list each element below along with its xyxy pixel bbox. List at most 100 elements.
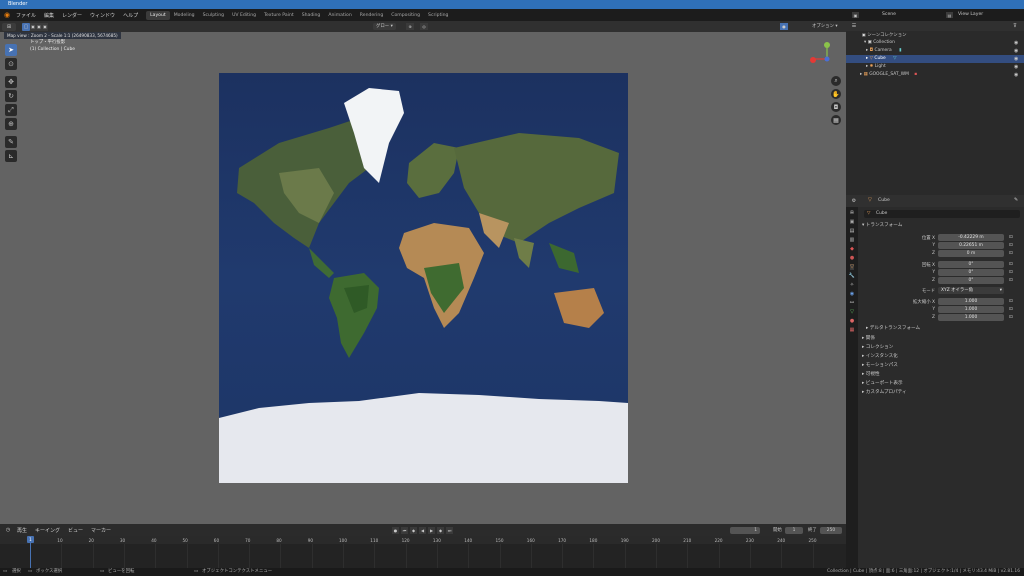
section-visibility[interactable]: ▸ 可視性 [862,371,880,377]
physics-tab-icon[interactable]: ◉ [850,291,854,297]
rotation-y-field[interactable]: 0° [938,269,1004,276]
delta-transform-subpanel[interactable]: ▸ デルタトランスフォーム [866,325,920,331]
timeline-area[interactable]: 10 20 30 40 50 60 70 80 90 100 110 120 130 140 150 160 1… [0,536,846,568]
measure-tool-icon[interactable]: ⊾ [5,150,17,162]
render-tab-icon[interactable]: ▣ [850,219,855,225]
end-frame-field[interactable]: 250 [820,527,842,534]
rotate-tool-icon[interactable]: ↻ [5,90,17,102]
scene-tab-icon[interactable]: ◆ [850,246,854,252]
menu-help[interactable]: ヘルプ [119,12,142,19]
timeline-editor-icon[interactable]: ◷ [3,527,13,533]
location-x-field[interactable]: -0.42229 m [938,234,1004,241]
perspective-toggle-icon[interactable]: ▦ [831,115,841,125]
select-invert-icon[interactable]: ▣ [42,22,48,31]
scale-y-field[interactable]: 1.000 [938,306,1004,313]
select-tool-icon[interactable]: ➤ [5,44,17,56]
object-name-field[interactable]: ▽ Cube [864,210,1020,218]
lock-icon[interactable]: ⊡ [1009,307,1013,312]
current-frame-field[interactable]: 1 [730,527,760,534]
tab-uv-editing[interactable]: UV Editing [228,11,260,20]
record-icon[interactable]: ● [392,527,399,534]
satellite-map-plane[interactable] [219,73,628,483]
tab-texture-paint[interactable]: Texture Paint [260,11,298,20]
lock-icon[interactable]: ⊡ [1009,270,1013,275]
menu-edit[interactable]: 編集 [40,12,58,19]
options-dropdown[interactable]: オプション ▾ [812,23,838,30]
tool-tab-icon[interactable]: ✇ [850,210,854,216]
location-z-field[interactable]: 0 m [938,250,1004,257]
annotate-tool-icon[interactable]: ✎ [5,136,17,148]
lock-icon[interactable]: ⊡ [1009,315,1013,320]
tab-scripting[interactable]: Scripting [424,11,452,20]
transform-section-header[interactable]: ▾ トランスフォーム [862,222,902,228]
next-keyframe-icon[interactable]: ◆ [437,527,444,534]
section-viewport-display[interactable]: ▸ ビューポート表示 [862,380,903,386]
menu-view[interactable]: ビュー [64,527,87,534]
data-tab-icon[interactable]: ▽ [850,309,854,315]
section-motion-paths[interactable]: ▸ モーションパス [862,362,898,368]
editor-type-icon[interactable]: ⊞ [2,22,16,31]
shading-solid-icon[interactable]: ● [780,23,788,30]
lock-icon[interactable]: ⊡ [1009,299,1013,304]
playhead-frame-badge[interactable]: 1 [27,536,34,543]
menu-keying[interactable]: キーイング [31,527,64,534]
outliner-item-google-sat[interactable]: ▸ ▦ GOOGLE_SAT_WM ▪ [860,72,917,77]
cursor-tool-icon[interactable]: ⊙ [5,58,17,70]
jump-end-icon[interactable]: ⏭ [446,527,453,534]
transform-tool-icon[interactable]: ⊕ [5,118,17,130]
lock-icon[interactable]: ⊡ [1009,235,1013,240]
play-icon[interactable]: ▶ [428,527,435,534]
menu-playback[interactable]: 再生 [13,527,31,534]
material-tab-icon[interactable]: ● [850,318,854,324]
location-y-field[interactable]: 0.22651 m [938,242,1004,249]
move-tool-icon[interactable]: ✥ [5,76,17,88]
visibility-eye-icon[interactable]: ◉ [1014,56,1018,62]
lock-icon[interactable]: ⊡ [1009,262,1013,267]
visibility-eye-icon[interactable]: ◉ [1014,72,1018,78]
menu-file[interactable]: ファイル [12,12,40,19]
menu-marker[interactable]: マーカー [87,527,115,534]
section-instancing[interactable]: ▸ インスタンス化 [862,353,898,359]
object-tab-icon[interactable]: ▽ [850,264,854,270]
start-frame-field[interactable]: 1 [785,527,803,534]
navigation-gizmo[interactable] [808,40,838,70]
outliner-editor-icon[interactable]: ☰ [849,22,859,30]
jump-start-icon[interactable]: ⏮ [401,527,408,534]
rotation-x-field[interactable]: 0° [938,261,1004,268]
tab-layout[interactable]: Layout [146,10,170,20]
lock-icon[interactable]: ⊡ [1009,251,1013,256]
particles-tab-icon[interactable]: ✧ [850,282,854,288]
view-layer-icon[interactable]: ▤ [946,12,953,18]
visibility-eye-icon[interactable]: ◉ [1014,48,1018,54]
pin-icon[interactable]: ✎ [1014,197,1018,203]
view-layer-name[interactable]: View Layer [958,12,983,17]
constraints-tab-icon[interactable]: ⚯ [850,300,854,306]
tab-rendering[interactable]: Rendering [356,11,387,20]
tab-sculpting[interactable]: Sculpting [199,11,228,20]
section-relations[interactable]: ▸ 関係 [862,335,875,341]
menu-window[interactable]: ウィンドウ [86,12,119,19]
select-mode-icon[interactable]: ▢ [22,22,30,31]
filter-icon[interactable]: ⊽ [1011,22,1019,30]
transform-orientation-dropdown[interactable]: グロー ▾ [373,23,396,30]
view-layer-tab-icon[interactable]: ▥ [850,237,855,243]
outliner-item-collection[interactable]: ▾ ▣ Collection [864,40,895,45]
outliner-item-light[interactable]: ▸ ✹ Light [866,64,886,69]
blender-logo-icon[interactable]: ◉ [2,11,12,19]
scale-x-field[interactable]: 1.000 [938,298,1004,305]
section-collections[interactable]: ▸ コレクション [862,344,893,350]
pan-hand-icon[interactable]: ✋ [831,89,841,99]
visibility-eye-icon[interactable]: ◉ [1014,40,1018,46]
tab-modeling[interactable]: Modeling [170,11,199,20]
tab-animation[interactable]: Animation [324,11,355,20]
outliner-item-cube[interactable]: ▸ ▽ Cube ▽ [866,56,897,61]
tab-shading[interactable]: Shading [298,11,325,20]
scale-z-field[interactable]: 1.000 [938,314,1004,321]
prev-keyframe-icon[interactable]: ◆ [410,527,417,534]
snap-icon[interactable]: ⊕ [406,23,414,30]
camera-view-icon[interactable]: ◘ [831,102,841,112]
lock-icon[interactable]: ⊡ [1009,243,1013,248]
lock-icon[interactable]: ⊡ [1009,278,1013,283]
menu-render[interactable]: レンダー [58,12,86,19]
visibility-eye-icon[interactable]: ◉ [1014,64,1018,70]
